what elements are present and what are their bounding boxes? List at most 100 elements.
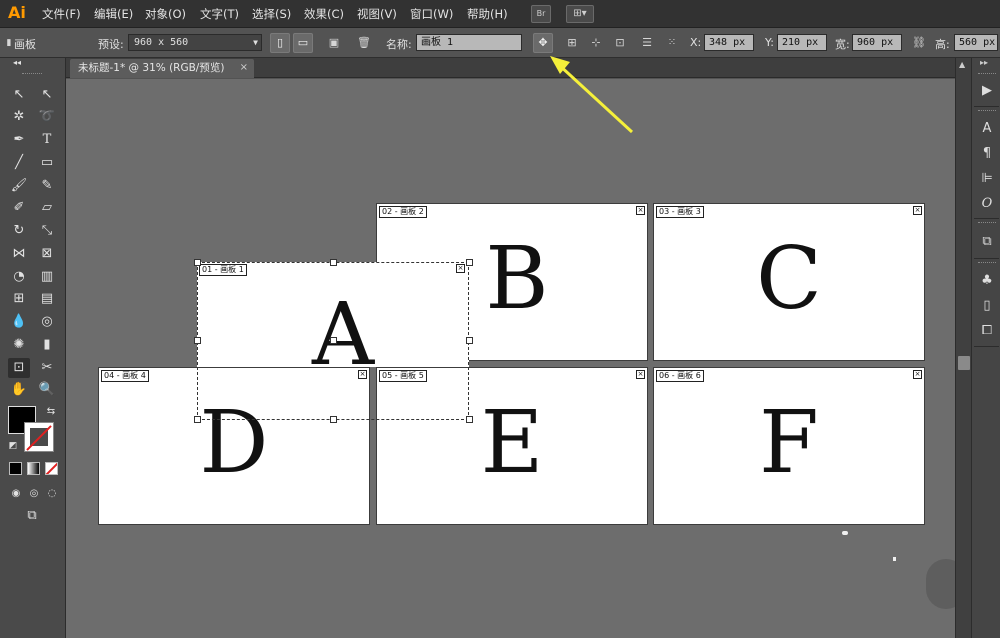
menu-edit[interactable]: 编辑(E) [94,6,133,22]
artboard-name-field[interactable]: 画板 1 [416,34,522,51]
shape-builder-tool-icon[interactable]: ◔ [8,267,30,287]
artboard-letter: C [756,229,822,329]
resize-handle[interactable] [466,416,473,423]
expand-panels-icon[interactable]: ▸▸ [980,58,988,67]
menu-window[interactable]: 窗口(W) [410,6,453,22]
width-tool-icon[interactable]: ⋈ [8,244,30,264]
workspace-switcher-button[interactable]: ⊞▾ [566,5,594,23]
appearance-panel-icon[interactable]: ▯ [977,297,997,315]
new-artboard-icon[interactable]: ▣ [326,35,342,51]
slice-tool-icon[interactable]: ✂ [36,358,58,378]
line-tool-icon[interactable]: ╱ [8,153,30,173]
portrait-orientation-button[interactable]: ▯ [270,33,290,53]
document-tab[interactable]: 未标题-1* @ 31% (RGB/预览) × [70,59,254,78]
width-field[interactable]: 960 px [852,34,902,51]
artboard-tool-icon[interactable]: ⊡ [8,358,30,378]
stroke-color-swatch[interactable] [24,422,54,452]
show-center-mark-icon[interactable]: ⊞ [564,35,580,51]
eyedropper-tool-icon[interactable]: 💧 [8,312,30,332]
resize-handle[interactable] [194,416,201,423]
none-mode-button[interactable] [45,462,58,475]
character-panel-icon[interactable]: A [977,120,997,138]
constrain-proportions-icon[interactable]: ⛓ [911,35,927,51]
x-field[interactable]: 348 px [704,34,754,51]
mesh-tool-icon[interactable]: ⊞ [8,289,30,309]
layers-panel-icon[interactable]: ⧉ [977,233,997,251]
artboard-options-icon[interactable]: ☰ [639,35,655,51]
vertical-scrollbar[interactable]: ▲ [955,58,971,638]
menu-help[interactable]: 帮助(H) [467,6,508,22]
free-transform-tool-icon[interactable]: ⊠ [36,244,58,264]
resize-handle[interactable] [466,337,473,344]
resize-handle[interactable] [330,259,337,266]
y-field[interactable]: 210 px [777,34,827,51]
blob-brush-tool-icon[interactable]: ✐ [8,198,30,218]
resize-handle[interactable] [194,337,201,344]
artboard-close-icon[interactable]: × [913,206,922,215]
artboard-close-icon[interactable]: × [636,370,645,379]
magic-wand-tool-icon[interactable]: ✲ [8,107,30,127]
pencil-tool-icon[interactable]: ✎ [36,176,58,196]
gradient-tool-icon[interactable]: ▤ [36,289,58,309]
artboards-panel-icon[interactable]: ⧠ [977,322,997,340]
close-icon[interactable]: × [240,59,248,77]
paragraph-panel-icon[interactable]: ¶ [977,145,997,163]
artboard-close-icon[interactable]: × [636,206,645,215]
delete-artboard-icon[interactable]: 🗑 [356,35,372,51]
show-video-safe-areas-icon[interactable]: ⊡ [612,35,628,51]
show-cross-hairs-icon[interactable]: ⊹ [588,35,604,51]
resize-handle[interactable] [194,259,201,266]
menu-select[interactable]: 选择(S) [252,6,291,22]
menu-view[interactable]: 视图(V) [357,6,397,22]
artboard-3[interactable]: 03 - 画板 3 × C [653,203,925,361]
screen-mode-icon[interactable]: ⧉ [21,506,43,526]
column-graph-tool-icon[interactable]: ▮ [36,335,58,355]
app-logo: Ai [8,3,26,22]
rotate-tool-icon[interactable]: ↻ [8,221,30,241]
align-panel-icon[interactable]: ⊫ [977,170,997,188]
preset-select[interactable]: 960 x 560 ▼ [128,34,262,51]
play-actions-icon[interactable]: ▶ [977,82,997,100]
center-point-handle[interactable] [330,337,337,344]
pen-tool-icon[interactable]: ✒ [8,130,30,150]
opentype-panel-icon[interactable]: O [977,195,997,213]
symbol-sprayer-tool-icon[interactable]: ✺ [8,335,30,355]
scale-tool-icon[interactable]: ⤡ [36,221,58,241]
swap-colors-icon[interactable]: ⇆ [40,402,62,422]
color-mode-button[interactable] [9,462,22,475]
canvas-shadow-blob [926,559,955,609]
scroll-up-icon[interactable]: ▲ [959,60,965,69]
gradient-mode-button[interactable] [27,462,40,475]
menu-effect[interactable]: 效果(C) [304,6,344,22]
menu-object[interactable]: 对象(O) [145,6,186,22]
canvas[interactable]: 02 - 画板 2 × B 03 - 画板 3 × C 04 - 画板 4 × … [66,79,955,638]
preset-label: 预设: [98,38,124,51]
symbols-panel-icon[interactable]: ♣ [977,272,997,290]
lasso-tool-icon[interactable]: ➰ [36,107,58,127]
default-colors-icon[interactable]: ◩ [2,436,24,456]
resize-handle[interactable] [466,259,473,266]
rectangle-tool-icon[interactable]: ▭ [36,153,58,173]
draw-inside-icon[interactable]: ◌ [41,484,63,504]
paintbrush-tool-icon[interactable]: 🖌 [8,176,30,196]
type-tool-icon[interactable]: T [36,130,58,150]
hand-tool-icon[interactable]: ✋ [8,380,30,400]
move-copy-artwork-button[interactable]: ✥ [533,33,553,53]
collapse-panel-icon[interactable]: ◂◂ [6,58,28,68]
selection-tool-icon[interactable]: ↖ [8,85,30,105]
zoom-tool-icon[interactable]: 🔍 [36,380,58,400]
landscape-orientation-button[interactable]: ▭ [293,33,313,53]
menu-type[interactable]: 文字(T) [200,6,239,22]
menu-file[interactable]: 文件(F) [42,6,81,22]
perspective-grid-tool-icon[interactable]: ▥ [36,267,58,287]
reference-point-icon[interactable]: ⁙ [664,35,680,51]
artboard-6[interactable]: 06 - 画板 6 × F [653,367,925,525]
bridge-button[interactable]: Br [531,5,551,23]
artboard-close-icon[interactable]: × [913,370,922,379]
blend-tool-icon[interactable]: ◎ [36,312,58,332]
eraser-tool-icon[interactable]: ▱ [36,198,58,218]
scrollbar-thumb[interactable] [958,356,970,370]
direct-selection-tool-icon[interactable]: ↖ [36,85,58,105]
height-field[interactable]: 560 px [954,34,998,51]
resize-handle[interactable] [330,416,337,423]
